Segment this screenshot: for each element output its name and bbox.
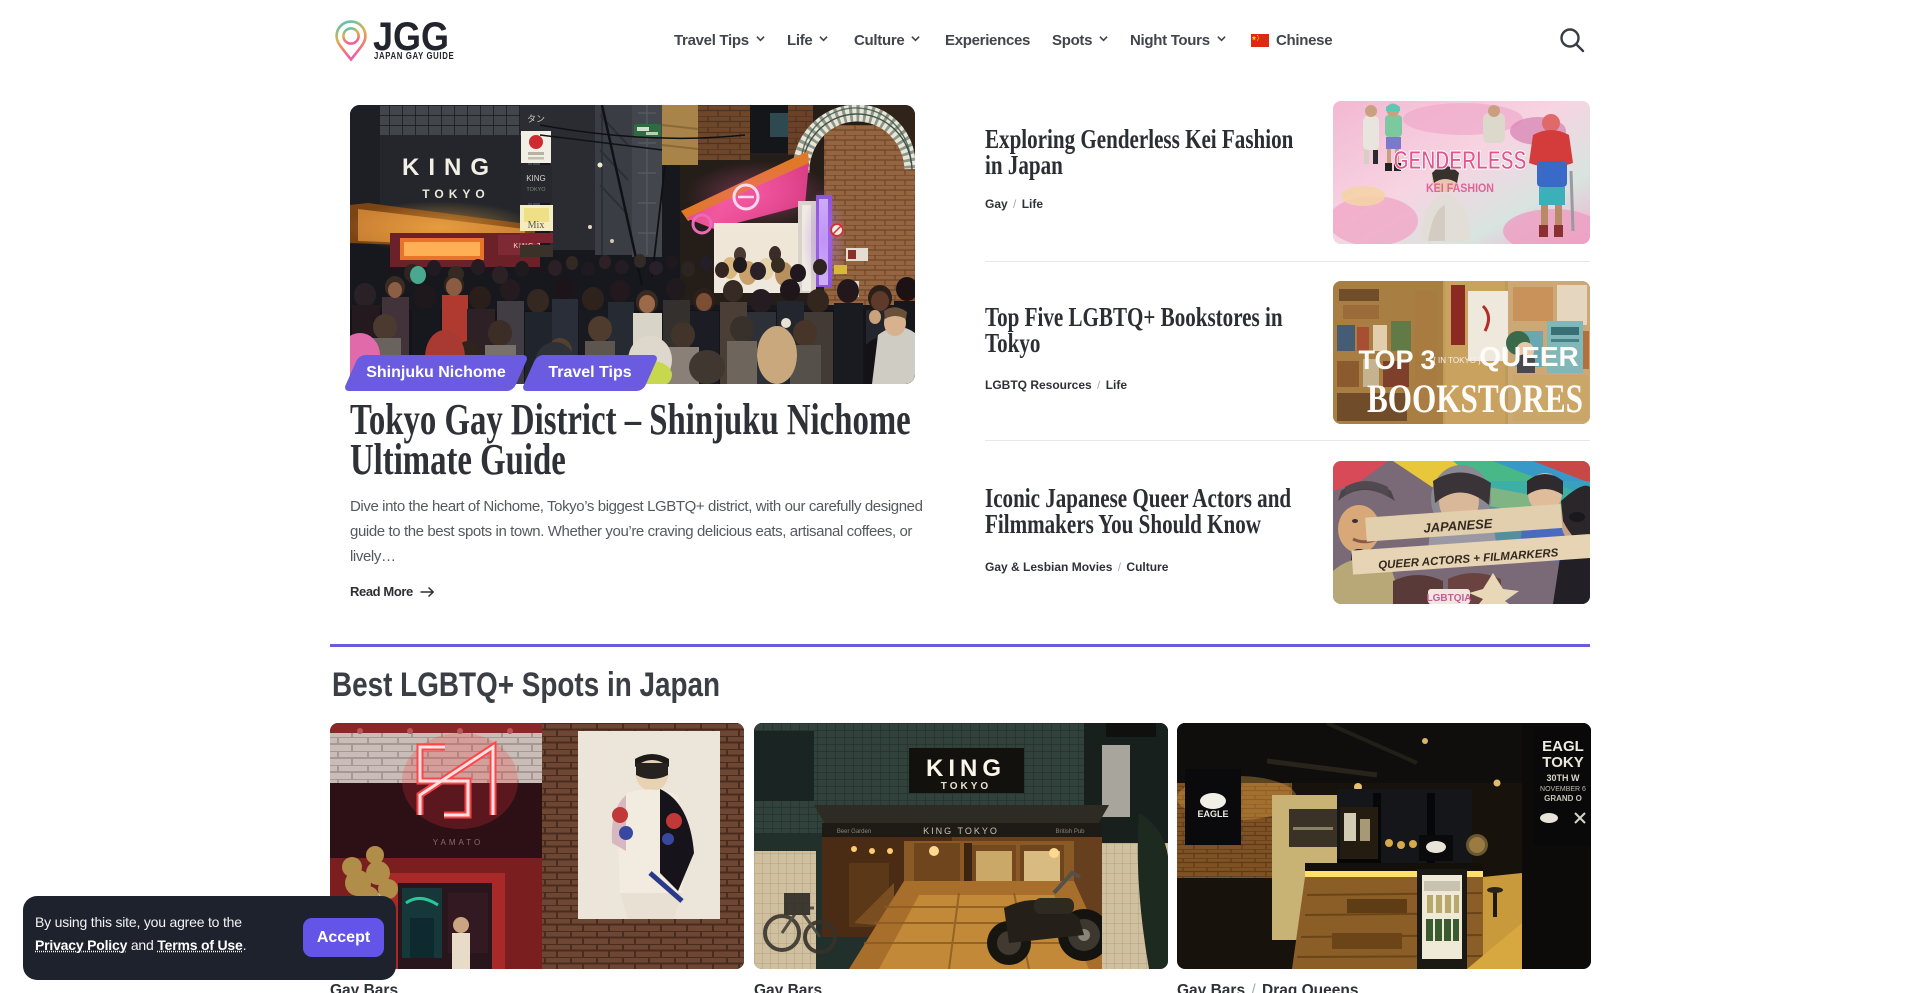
- svg-text:KING: KING: [526, 174, 546, 183]
- svg-text:YAMATO: YAMATO: [433, 838, 483, 847]
- svg-text:{ IN TOKYO }: { IN TOKYO }: [1433, 356, 1481, 365]
- svg-text:Mix: Mix: [528, 220, 545, 231]
- svg-text:Beer Garden: Beer Garden: [837, 829, 871, 835]
- svg-text:KING TOKYO: KING TOKYO: [923, 826, 999, 836]
- svg-text:LGBTQIA: LGBTQIA: [1427, 593, 1472, 604]
- svg-text:TOKYO: TOKYO: [941, 781, 991, 792]
- svg-text:KEI FASHION: KEI FASHION: [1426, 183, 1494, 195]
- svg-text:GRAND O: GRAND O: [1544, 794, 1582, 803]
- svg-text:EAGLE: EAGLE: [1197, 809, 1228, 819]
- svg-text:30TH W: 30TH W: [1546, 773, 1580, 783]
- svg-text:NOVEMBER 6: NOVEMBER 6: [1540, 786, 1586, 793]
- svg-text:TOKY: TOKY: [1542, 754, 1583, 771]
- svg-text:BOOKSTORES: BOOKSTORES: [1367, 376, 1583, 421]
- svg-text:QUEER: QUEER: [1479, 341, 1579, 372]
- svg-text:GENDERLESS: GENDERLESS: [1394, 145, 1527, 175]
- svg-text:TOP 3: TOP 3: [1358, 345, 1435, 375]
- svg-text:EAGL: EAGL: [1542, 738, 1584, 755]
- svg-text:TOKYO: TOKYO: [526, 187, 546, 193]
- svg-text:TOKYO: TOKYO: [422, 187, 489, 201]
- svg-text:KING: KING: [926, 755, 1006, 782]
- svg-text:KING: KING: [402, 154, 498, 181]
- svg-text:タン: タン: [527, 114, 545, 124]
- svg-text:British Pub: British Pub: [1055, 829, 1085, 835]
